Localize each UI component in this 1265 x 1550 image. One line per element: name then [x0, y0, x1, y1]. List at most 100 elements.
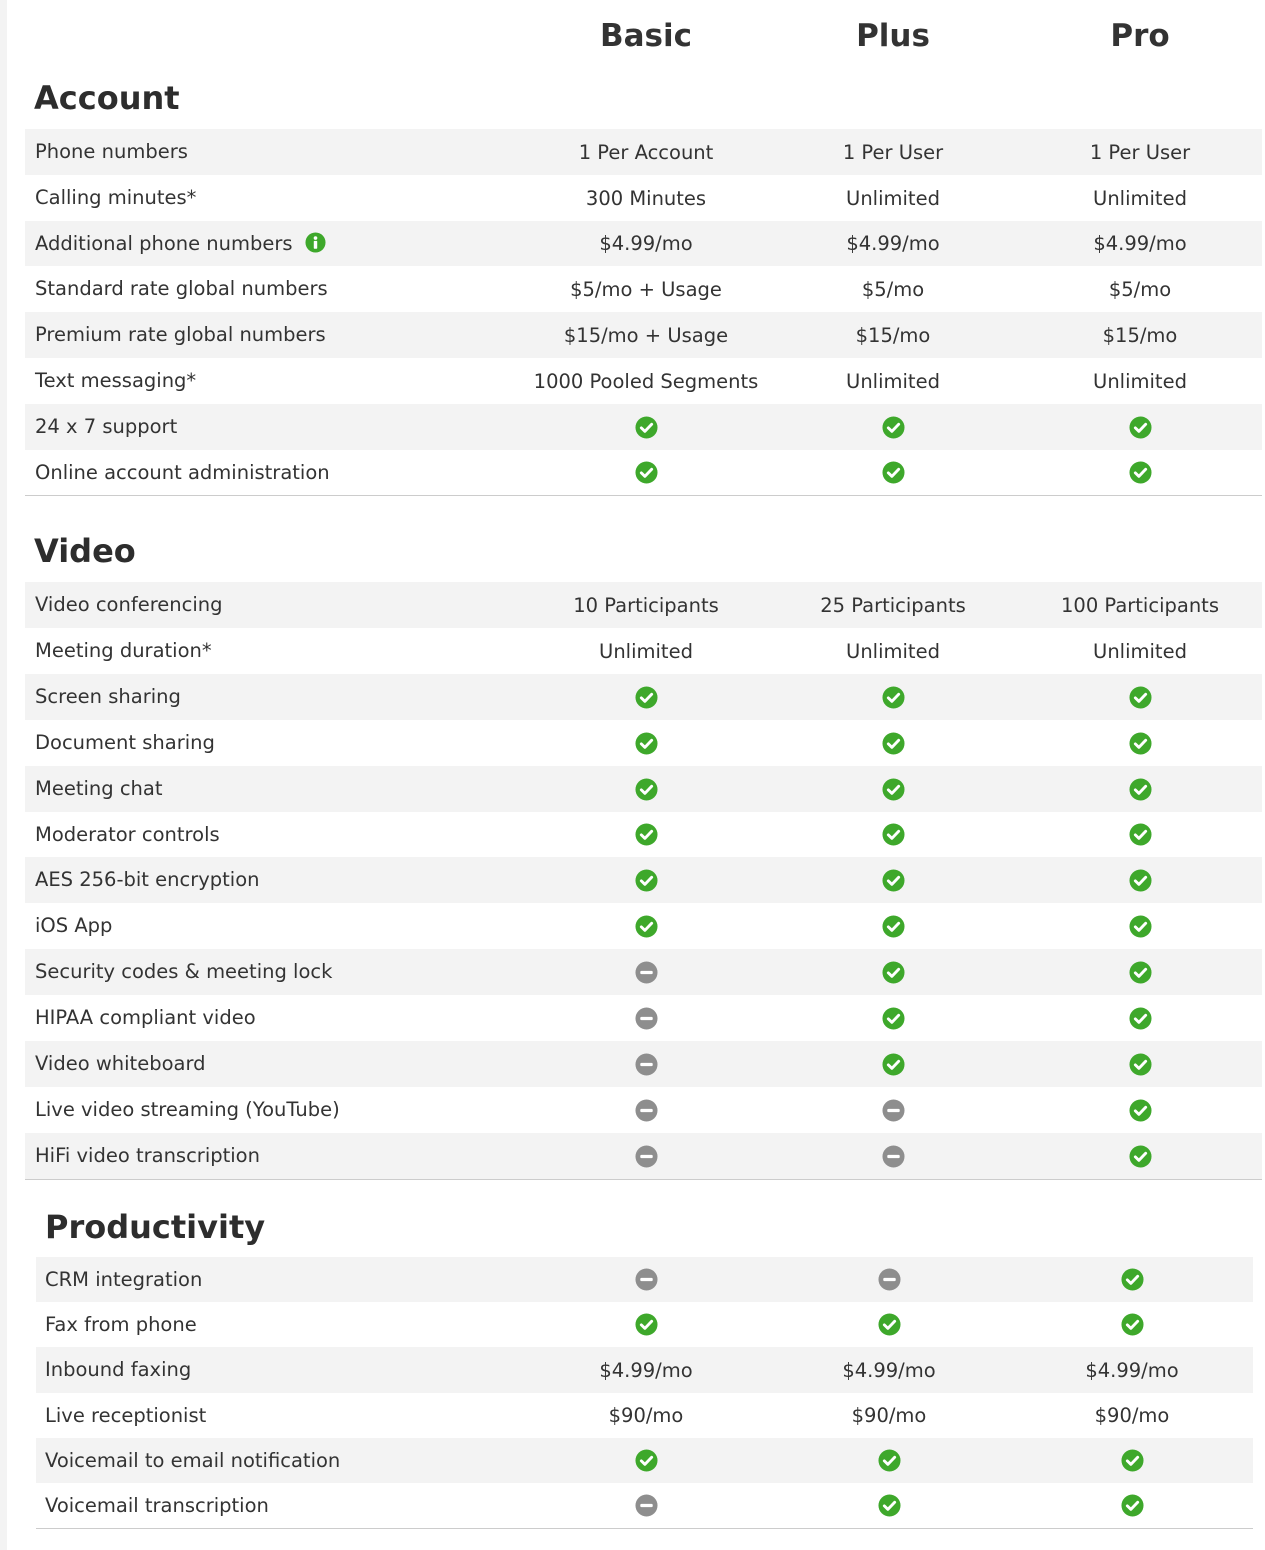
cell-plus — [770, 450, 1016, 495]
page-edge — [0, 0, 7, 1550]
feature-label: Voicemail to email notification — [45, 1438, 340, 1483]
feature-label-text: Document sharing — [35, 731, 215, 754]
check-icon — [634, 777, 658, 801]
cell-basic: 10 Participants — [523, 582, 769, 628]
cell-value: $4.99/mo — [1093, 232, 1187, 255]
cell-basic — [523, 720, 769, 766]
cell-pro — [1017, 1133, 1263, 1179]
table-row: Live receptionist $90/mo $90/mo $90/mo — [36, 1393, 1253, 1438]
table-row: CRM integration — [36, 1257, 1253, 1302]
cell-pro: $4.99/mo — [1017, 221, 1263, 266]
plan-header-pro: Pro — [1110, 18, 1170, 54]
cell-plus — [770, 1087, 1016, 1133]
cell-value: $90/mo — [608, 1404, 684, 1427]
cell-value: 1 Per User — [1089, 140, 1191, 164]
check-icon — [881, 960, 905, 984]
cell-basic — [523, 812, 769, 857]
cell-value: Unlimited — [846, 369, 940, 393]
cell-basic — [523, 1041, 769, 1087]
cell-pro — [1017, 450, 1263, 495]
check-icon — [877, 1313, 901, 1336]
minus-icon — [634, 1098, 658, 1122]
feature-label-text: Fax from phone — [45, 1313, 197, 1336]
cell-plus — [770, 1133, 1016, 1179]
section-divider — [25, 1179, 1262, 1180]
cell-value: 1000 Pooled Segments — [533, 369, 759, 393]
cell-basic — [523, 995, 769, 1041]
cell-pro: $90/mo — [1009, 1393, 1255, 1438]
table-row: Security codes & meeting lock — [25, 949, 1262, 995]
cell-value: Unlimited — [1093, 639, 1187, 663]
cell-pro — [1009, 1438, 1255, 1483]
table-row: Additional phone numbers $4.99/mo $4.99/mo… — [25, 221, 1262, 266]
minus-icon — [634, 1268, 658, 1291]
cell-value: 300 Minutes — [585, 186, 707, 210]
check-icon — [881, 685, 905, 709]
cell-value: $4.99/mo — [842, 1358, 936, 1382]
feature-label: Online account administration — [35, 450, 330, 495]
cell-plus — [770, 720, 1016, 766]
cell-basic — [523, 674, 769, 720]
feature-label-text: HiFi video transcription — [35, 1144, 260, 1167]
check-icon — [1128, 914, 1152, 938]
cell-value: $15/mo + Usage — [563, 323, 729, 347]
cell-basic — [523, 1483, 769, 1528]
check-icon — [1120, 1494, 1144, 1517]
check-icon — [634, 731, 658, 755]
check-icon — [1128, 685, 1152, 709]
minus-icon — [881, 1144, 905, 1168]
cell-pro — [1009, 1257, 1255, 1302]
table-row: iOS App — [25, 903, 1262, 949]
cell-value: $4.99/mo — [599, 1358, 693, 1382]
cell-plus — [770, 404, 1016, 450]
cell-value: Unlimited — [1093, 369, 1187, 393]
cell-pro: $15/mo — [1017, 312, 1263, 358]
cell-basic — [523, 949, 769, 995]
minus-icon — [881, 1098, 905, 1122]
cell-basic — [523, 404, 769, 450]
cell-plus: Unlimited — [770, 358, 1016, 404]
check-icon — [1128, 415, 1152, 439]
cell-plus — [770, 1041, 1016, 1087]
check-icon — [881, 1006, 905, 1030]
cell-pro: 100 Participants — [1017, 582, 1263, 628]
check-icon — [877, 1449, 901, 1472]
feature-label-text: iOS App — [35, 914, 113, 937]
check-icon — [634, 823, 658, 846]
feature-label: Moderator controls — [35, 812, 220, 857]
section-divider — [25, 495, 1262, 496]
minus-icon — [634, 1494, 658, 1517]
cell-basic: $15/mo + Usage — [523, 312, 769, 358]
info-icon[interactable] — [305, 232, 326, 253]
table-row: Voicemail transcription — [36, 1483, 1253, 1528]
check-icon — [1128, 1098, 1152, 1122]
table-row: Video whiteboard — [25, 1041, 1262, 1087]
section-divider — [36, 1528, 1253, 1529]
check-icon — [1128, 1006, 1152, 1030]
cell-pro — [1017, 812, 1263, 857]
feature-label-text: Video whiteboard — [35, 1052, 206, 1075]
check-icon — [634, 415, 658, 439]
cell-pro — [1017, 949, 1263, 995]
table-row: Meeting duration* Unlimited Unlimited Unlim… — [25, 628, 1262, 674]
cell-value: $5/mo — [1108, 277, 1172, 301]
plan-comparison-table: Basic Plus Pro Account Phone numbers 1 Per Ac… — [0, 0, 1265, 1550]
table-row: Phone numbers 1 Per Account 1 Per User 1 Pe… — [25, 129, 1262, 175]
plan-header-plus: Plus — [856, 18, 930, 54]
section-title-productivity: Productivity — [45, 1208, 266, 1246]
cell-value: Unlimited — [1093, 186, 1187, 210]
check-icon — [634, 868, 658, 892]
cell-plus: $4.99/mo — [770, 221, 1016, 266]
section-title-video: Video — [34, 532, 136, 570]
table-row: Fax from phone — [36, 1302, 1253, 1347]
cell-pro — [1017, 766, 1263, 812]
check-icon — [881, 461, 905, 484]
check-icon — [881, 415, 905, 439]
cell-plus — [770, 674, 1016, 720]
cell-pro — [1017, 674, 1263, 720]
table-row: Document sharing — [25, 720, 1262, 766]
feature-label: Meeting chat — [35, 766, 163, 812]
cell-value: 1 Per User — [842, 140, 944, 164]
feature-label-text: Live video streaming (YouTube) — [35, 1098, 340, 1121]
table-row: HiFi video transcription — [25, 1133, 1262, 1179]
